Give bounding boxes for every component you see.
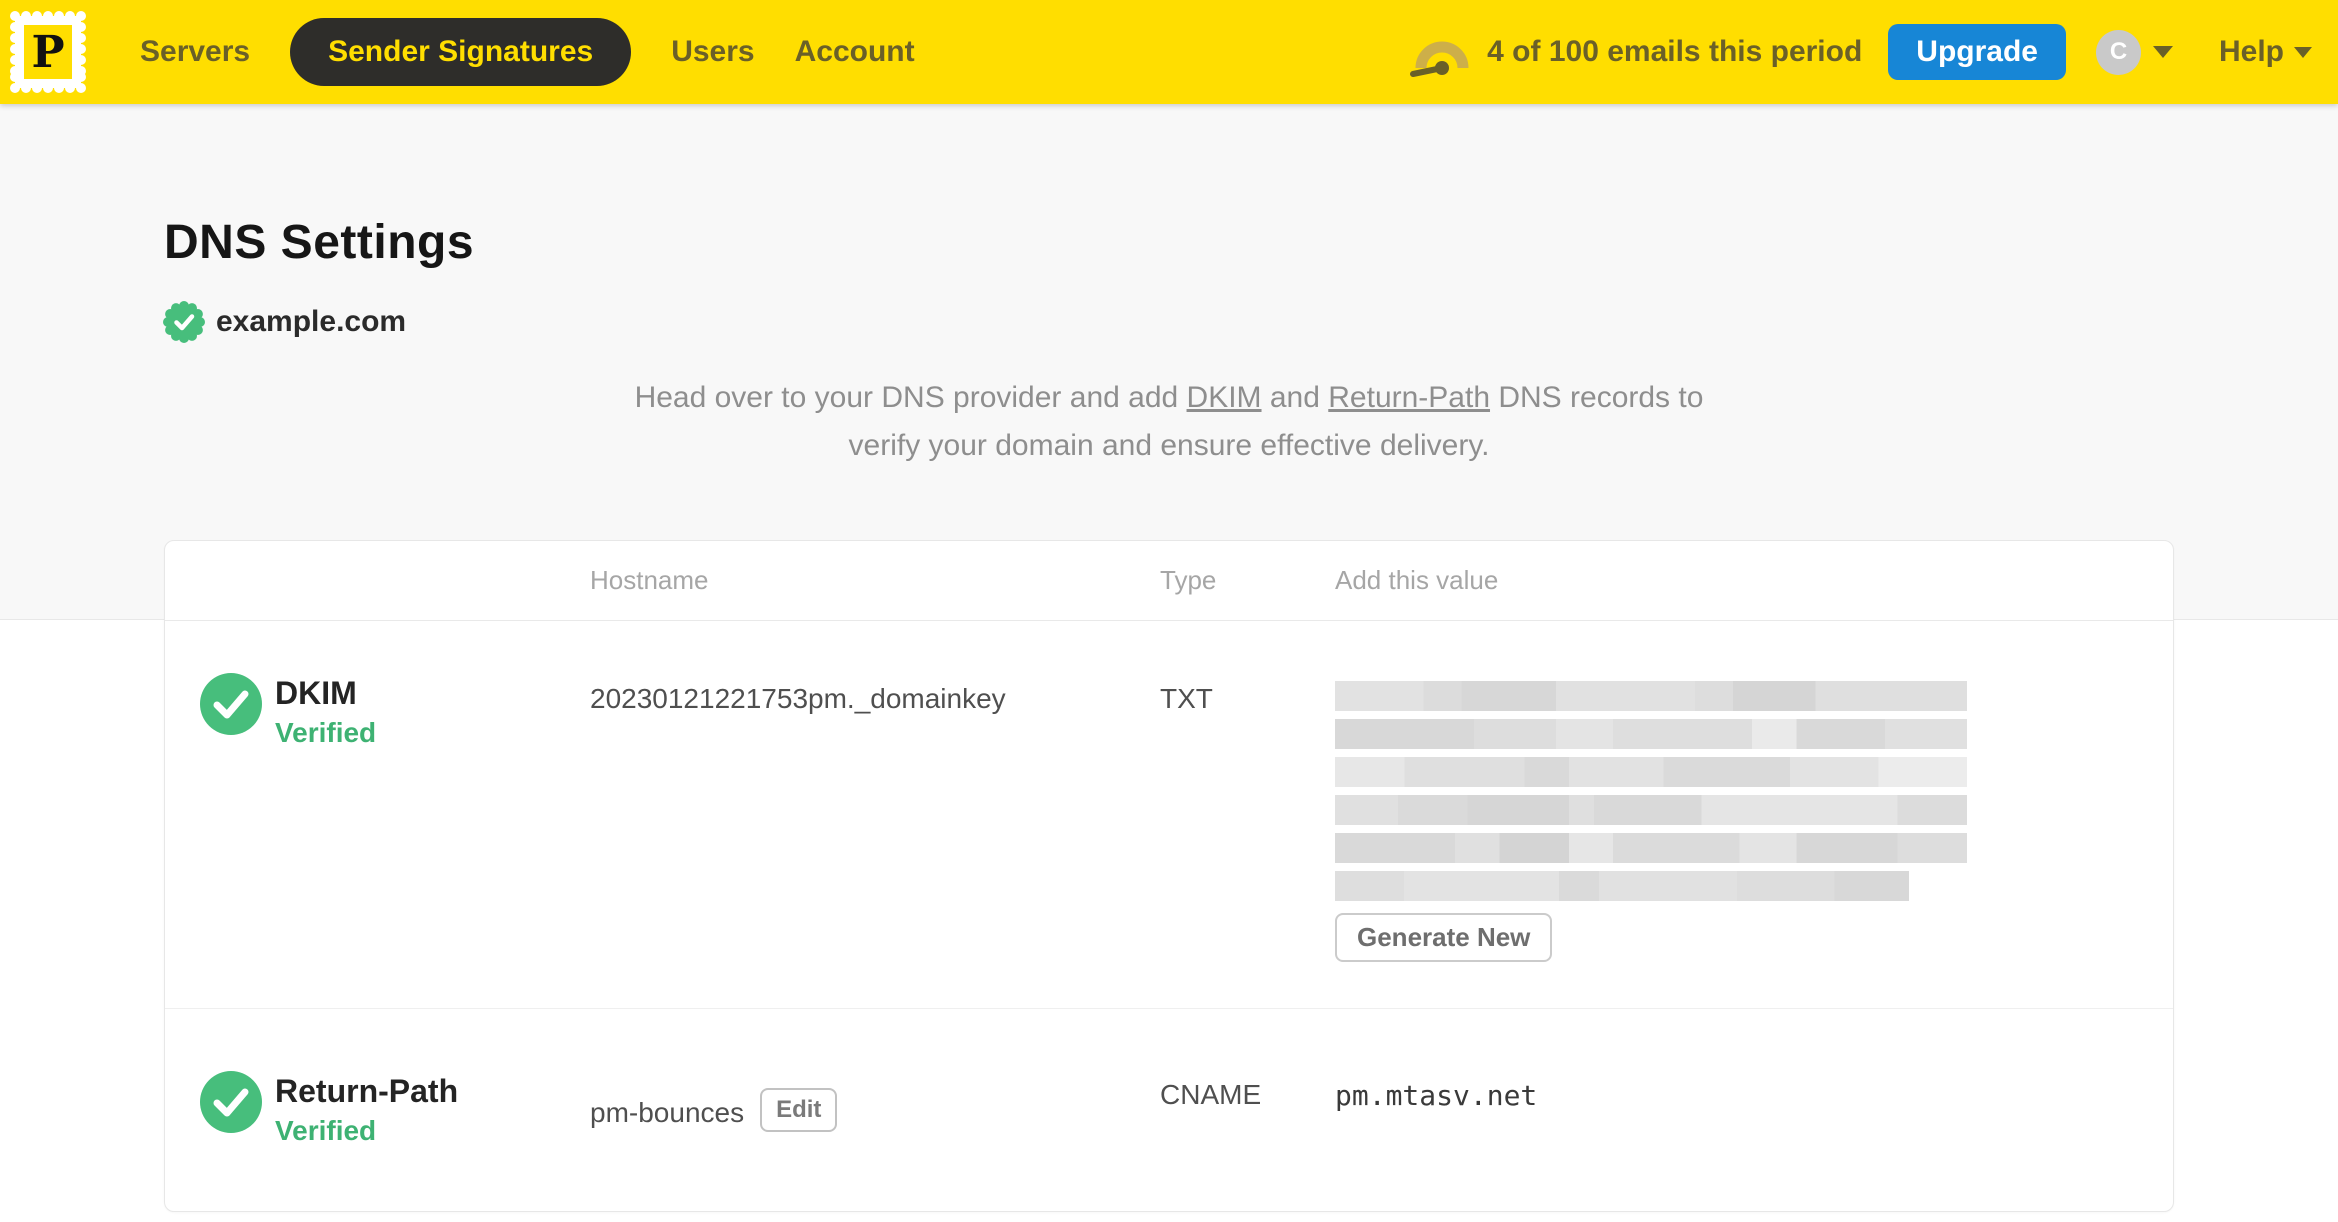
check-circle-icon — [200, 1071, 262, 1133]
help-label: Help — [2218, 35, 2284, 68]
nav-item-account[interactable]: Account — [795, 35, 915, 69]
status-badge: Verified — [275, 1115, 377, 1146]
return-path-value: pm.mtasv.net — [1335, 1079, 1538, 1112]
status-badge: Verified — [275, 717, 377, 748]
gauge-icon — [1410, 41, 1469, 77]
dkim-hostname: 20230121221753pm._domainkey — [590, 683, 1006, 714]
dns-records-table: Hostname Type Add this value DKIM Verifi… — [164, 540, 2174, 1212]
user-avatar[interactable]: C — [2095, 29, 2141, 75]
domain-row: example.com — [162, 300, 2338, 344]
dkim-labels: DKIM Verified — [275, 673, 376, 962]
redacted-line — [1335, 719, 1967, 749]
dkim-link[interactable]: DKIM — [1187, 381, 1262, 414]
email-usage-text: 4 of 100 emails this period — [1487, 35, 1863, 68]
redacted-line — [1335, 681, 1967, 711]
dkim-type: TXT — [1160, 683, 1213, 714]
dkim-status-cell: DKIM Verified — [165, 621, 590, 962]
check-circle-icon — [200, 673, 262, 735]
record-name: DKIM — [275, 675, 357, 711]
description-text: Head over to your DNS provider and add — [634, 381, 1187, 414]
redacted-line — [1335, 757, 1967, 787]
logo-letter: P — [31, 27, 64, 78]
page-title: DNS Settings — [164, 216, 475, 269]
help-menu[interactable]: Help — [2219, 35, 2312, 69]
description-text: DNS records to — [1490, 381, 1704, 414]
avatar-initial: C — [2109, 38, 2128, 65]
dkim-value-cell: Generate New — [1335, 621, 2173, 962]
redacted-line — [1335, 795, 1967, 825]
page-description: Head over to your DNS provider and add D… — [0, 374, 2338, 470]
generate-new-button[interactable]: Generate New — [1335, 913, 1553, 962]
return-path-hostname: pm-bounces — [590, 1097, 745, 1128]
dkim-value-redacted — [1335, 681, 1967, 901]
verified-seal-icon — [163, 301, 205, 343]
header-hostname: Hostname — [590, 565, 709, 595]
help-chevron-down-icon — [2294, 46, 2312, 58]
table-row-dkim: DKIM Verified 20230121221753pm._domainke… — [165, 621, 2173, 1008]
main-content: DNS Settings example.com Head over to yo… — [0, 218, 2338, 1212]
table-header-row: Hostname Type Add this value — [165, 541, 2173, 621]
edit-button[interactable]: Edit — [760, 1088, 838, 1132]
return-path-type: CNAME — [1160, 1079, 1262, 1110]
redacted-line — [1335, 871, 1909, 901]
return-path-labels: Return-Path Verified — [275, 1071, 458, 1147]
return-path-link[interactable]: Return-Path — [1328, 381, 1490, 414]
description-text-line2: verify your domain and ensure effective … — [848, 429, 1490, 462]
domain-name: example.com — [216, 305, 407, 338]
header-value: Add this value — [1335, 565, 1499, 595]
upgrade-button[interactable]: Upgrade — [1888, 24, 2066, 80]
header-type: Type — [1160, 565, 1217, 595]
redacted-line — [1335, 833, 1967, 863]
nav-item-sender-signatures[interactable]: Sender Signatures — [290, 18, 632, 86]
return-path-status-cell: Return-Path Verified — [165, 1009, 590, 1147]
nav-item-servers[interactable]: Servers — [140, 35, 250, 69]
return-path-hostname-cell: pm-bounces Edit — [590, 1009, 1160, 1147]
primary-nav: Servers Sender Signatures Users Account — [140, 18, 915, 86]
nav-item-users[interactable]: Users — [671, 35, 754, 69]
description-text: and — [1261, 381, 1329, 414]
navbar-right: 4 of 100 emails this period Upgrade C He… — [1409, 24, 2312, 80]
postmark-logo[interactable]: P — [8, 9, 88, 95]
table-row-return-path: Return-Path Verified pm-bounces Edit CNA… — [165, 1008, 2173, 1211]
record-name: Return-Path — [275, 1073, 459, 1109]
top-navbar: P Servers Sender Signatures Users Accoun… — [0, 0, 2338, 104]
avatar-chevron-down-icon[interactable] — [2152, 46, 2173, 58]
